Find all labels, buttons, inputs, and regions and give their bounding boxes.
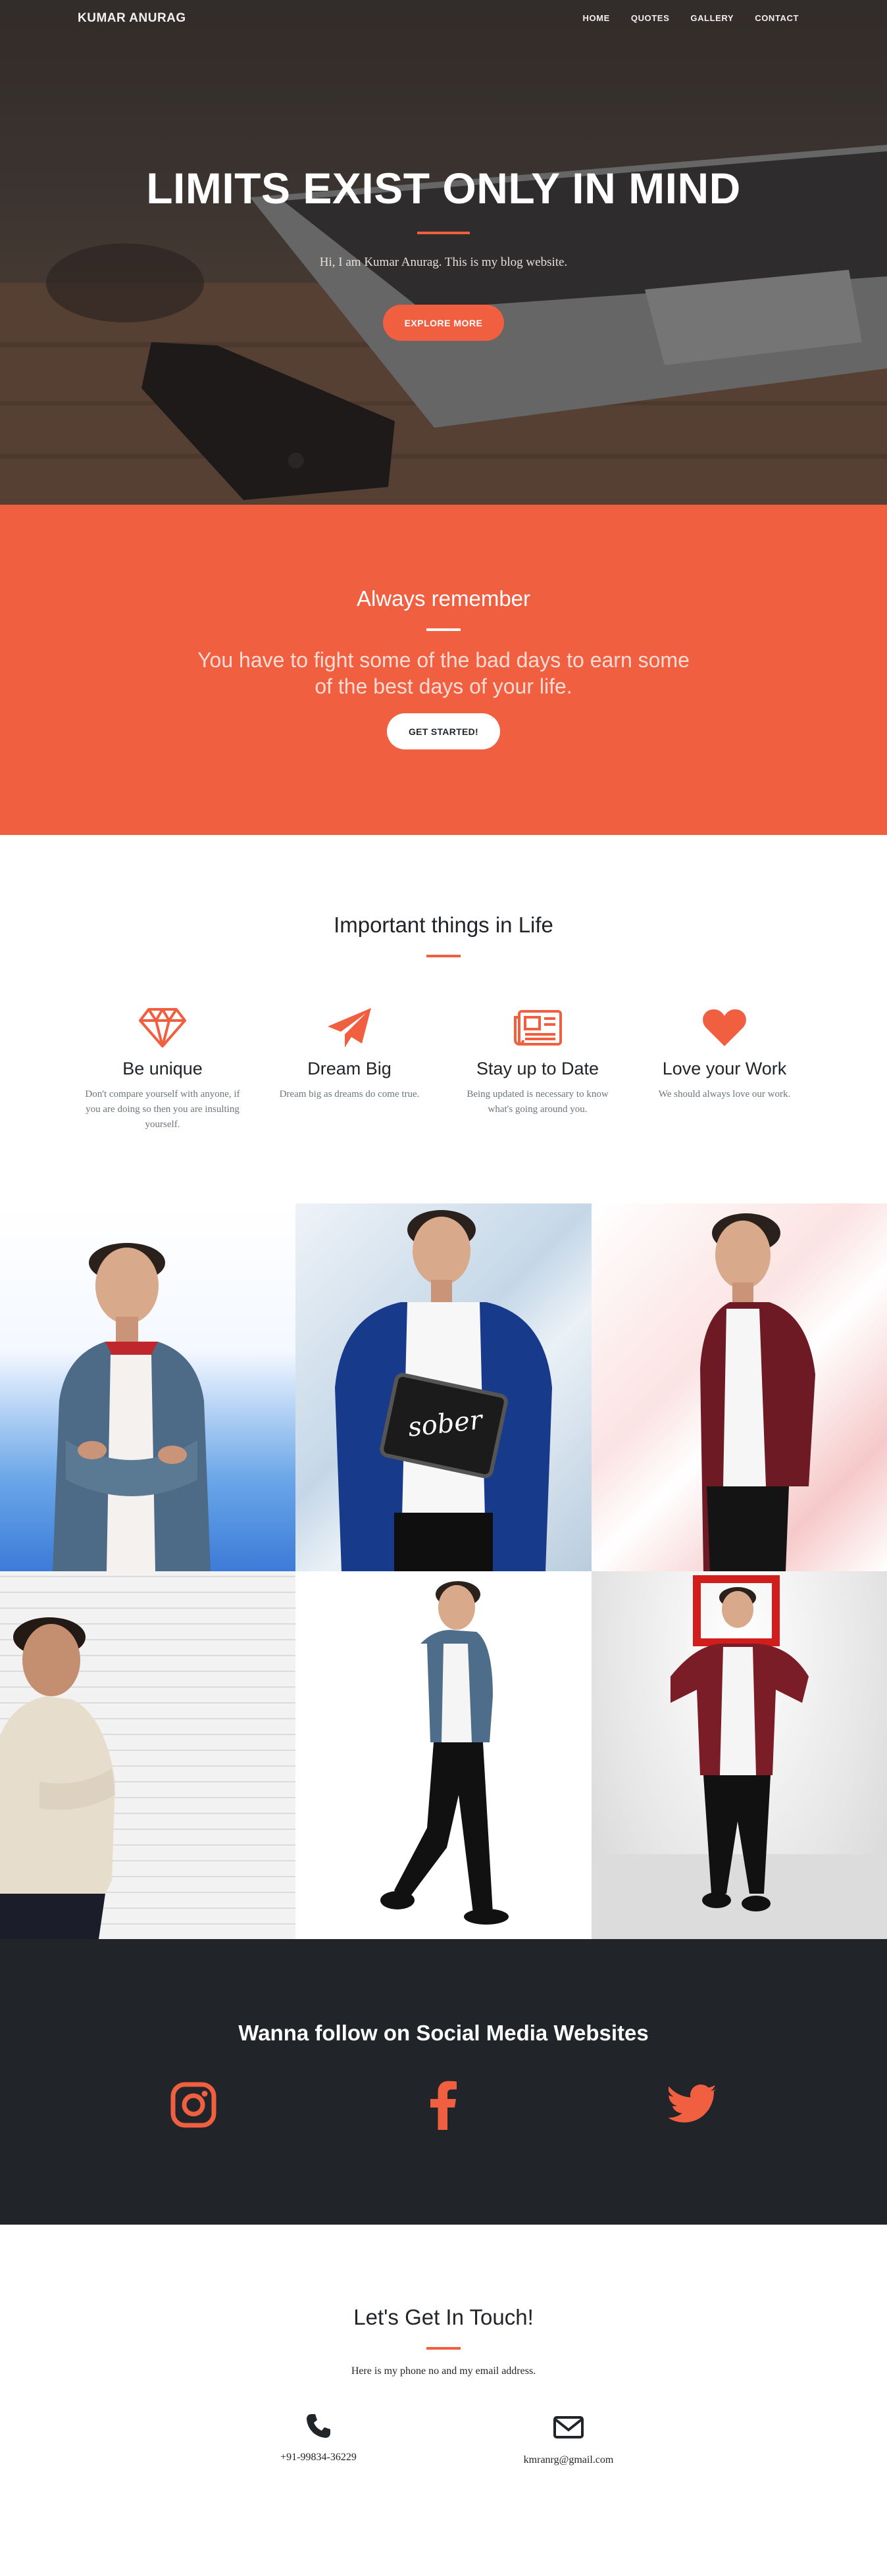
gallery-photo[interactable]: [592, 1203, 887, 1571]
diamond-icon: [77, 1005, 248, 1051]
person-photo-6: [592, 1575, 887, 1939]
contact-heading: Let's Get In Touch!: [353, 2305, 534, 2329]
contact-phone: +91-99834-36229: [233, 2413, 404, 2463]
twitter-icon[interactable]: [667, 2079, 719, 2131]
phone-number[interactable]: +91-99834-36229: [233, 2452, 404, 2463]
contact-divider: [426, 2347, 461, 2350]
explore-more-button[interactable]: EXPLORE MORE: [383, 305, 504, 341]
quote-section: Always remember You have to fight some o…: [0, 505, 887, 835]
social-heading: Wanna follow on Social Media Websites: [238, 2021, 649, 2045]
services-divider: [426, 955, 461, 957]
instagram-icon[interactable]: [167, 2079, 220, 2131]
person-photo-1: [53, 1243, 211, 1571]
email-address[interactable]: kmranrg@gmail.com: [483, 2454, 654, 2466]
services-heading: Important things in Life: [334, 913, 553, 937]
nav-contact-link[interactable]: CONTACT: [755, 13, 799, 23]
service-title: Stay up to Date: [476, 1059, 599, 1078]
person-photo-2: sober: [335, 1210, 552, 1571]
hero-divider: [417, 232, 470, 234]
phone-icon: [307, 2414, 330, 2438]
nav-home-link[interactable]: HOME: [582, 13, 609, 23]
quote-heading: Always remember: [356, 586, 531, 611]
service-item: Stay up to Date Being updated is necessa…: [452, 1005, 623, 1117]
person-photo-4: [0, 1617, 115, 1939]
person-photo-5: [380, 1581, 509, 1925]
service-title: Love your Work: [662, 1059, 787, 1078]
social-section: Wanna follow on Social Media Websites: [0, 1939, 887, 2225]
brand-logo[interactable]: KUMAR ANURAG: [78, 11, 186, 26]
service-text: We should always love our work.: [658, 1089, 791, 1099]
gallery-photo[interactable]: sober: [295, 1203, 592, 1571]
gallery-photo[interactable]: [0, 1203, 295, 1571]
person-photo-3: [700, 1213, 815, 1571]
gallery-photo[interactable]: [0, 1571, 295, 1939]
navbar: KUMAR ANURAG HOME QUOTES GALLERY CONTACT: [0, 0, 887, 38]
contact-section: Let's Get In Touch! Here is my phone no …: [0, 2225, 887, 2576]
gallery-photo[interactable]: [295, 1571, 592, 1939]
service-text: Being updated is necessary to know what'…: [467, 1089, 609, 1115]
hero-overlay: [0, 0, 887, 505]
service-item: Love your Work We should always love our…: [639, 1005, 810, 1102]
contact-lead-text: Here is my phone no and my email address…: [351, 2365, 536, 2377]
contact-email: kmranrg@gmail.com: [483, 2415, 654, 2466]
nav-quotes-link[interactable]: QUOTES: [631, 13, 670, 23]
important-things-section: Important things in Life Be unique Don't…: [0, 835, 887, 1203]
service-text: Dream big as dreams do come true.: [279, 1089, 420, 1099]
service-item: Dream Big Dream big as dreams do come tr…: [264, 1005, 435, 1102]
heart-icon: [639, 1005, 810, 1051]
facebook-icon[interactable]: [417, 2079, 470, 2131]
hero-subtitle: Hi, I am Kumar Anurag. This is my blog w…: [319, 255, 568, 269]
quote-divider: [426, 628, 461, 631]
service-text: Don't compare yourself with anyone, if y…: [85, 1089, 240, 1130]
nav-gallery-link[interactable]: GALLERY: [690, 13, 734, 23]
hero-section: KUMAR ANURAG HOME QUOTES GALLERY CONTACT…: [0, 0, 887, 505]
service-item: Be unique Don't compare yourself with an…: [77, 1005, 248, 1132]
service-title: Be unique: [122, 1059, 203, 1078]
quote-text: You have to fight some of the bad days t…: [197, 648, 690, 698]
get-started-button[interactable]: GET STARTED!: [387, 713, 500, 749]
gallery-section: sober: [0, 1203, 887, 1939]
envelope-icon: [553, 2416, 584, 2438]
service-title: Dream Big: [307, 1059, 392, 1078]
hero-title: LIMITS EXIST ONLY IN MIND: [146, 164, 741, 213]
newspaper-icon: [452, 1005, 623, 1051]
gallery-photo[interactable]: [592, 1571, 887, 1939]
paper-plane-icon: [264, 1005, 435, 1051]
nav-links: HOME QUOTES GALLERY CONTACT: [582, 13, 799, 23]
